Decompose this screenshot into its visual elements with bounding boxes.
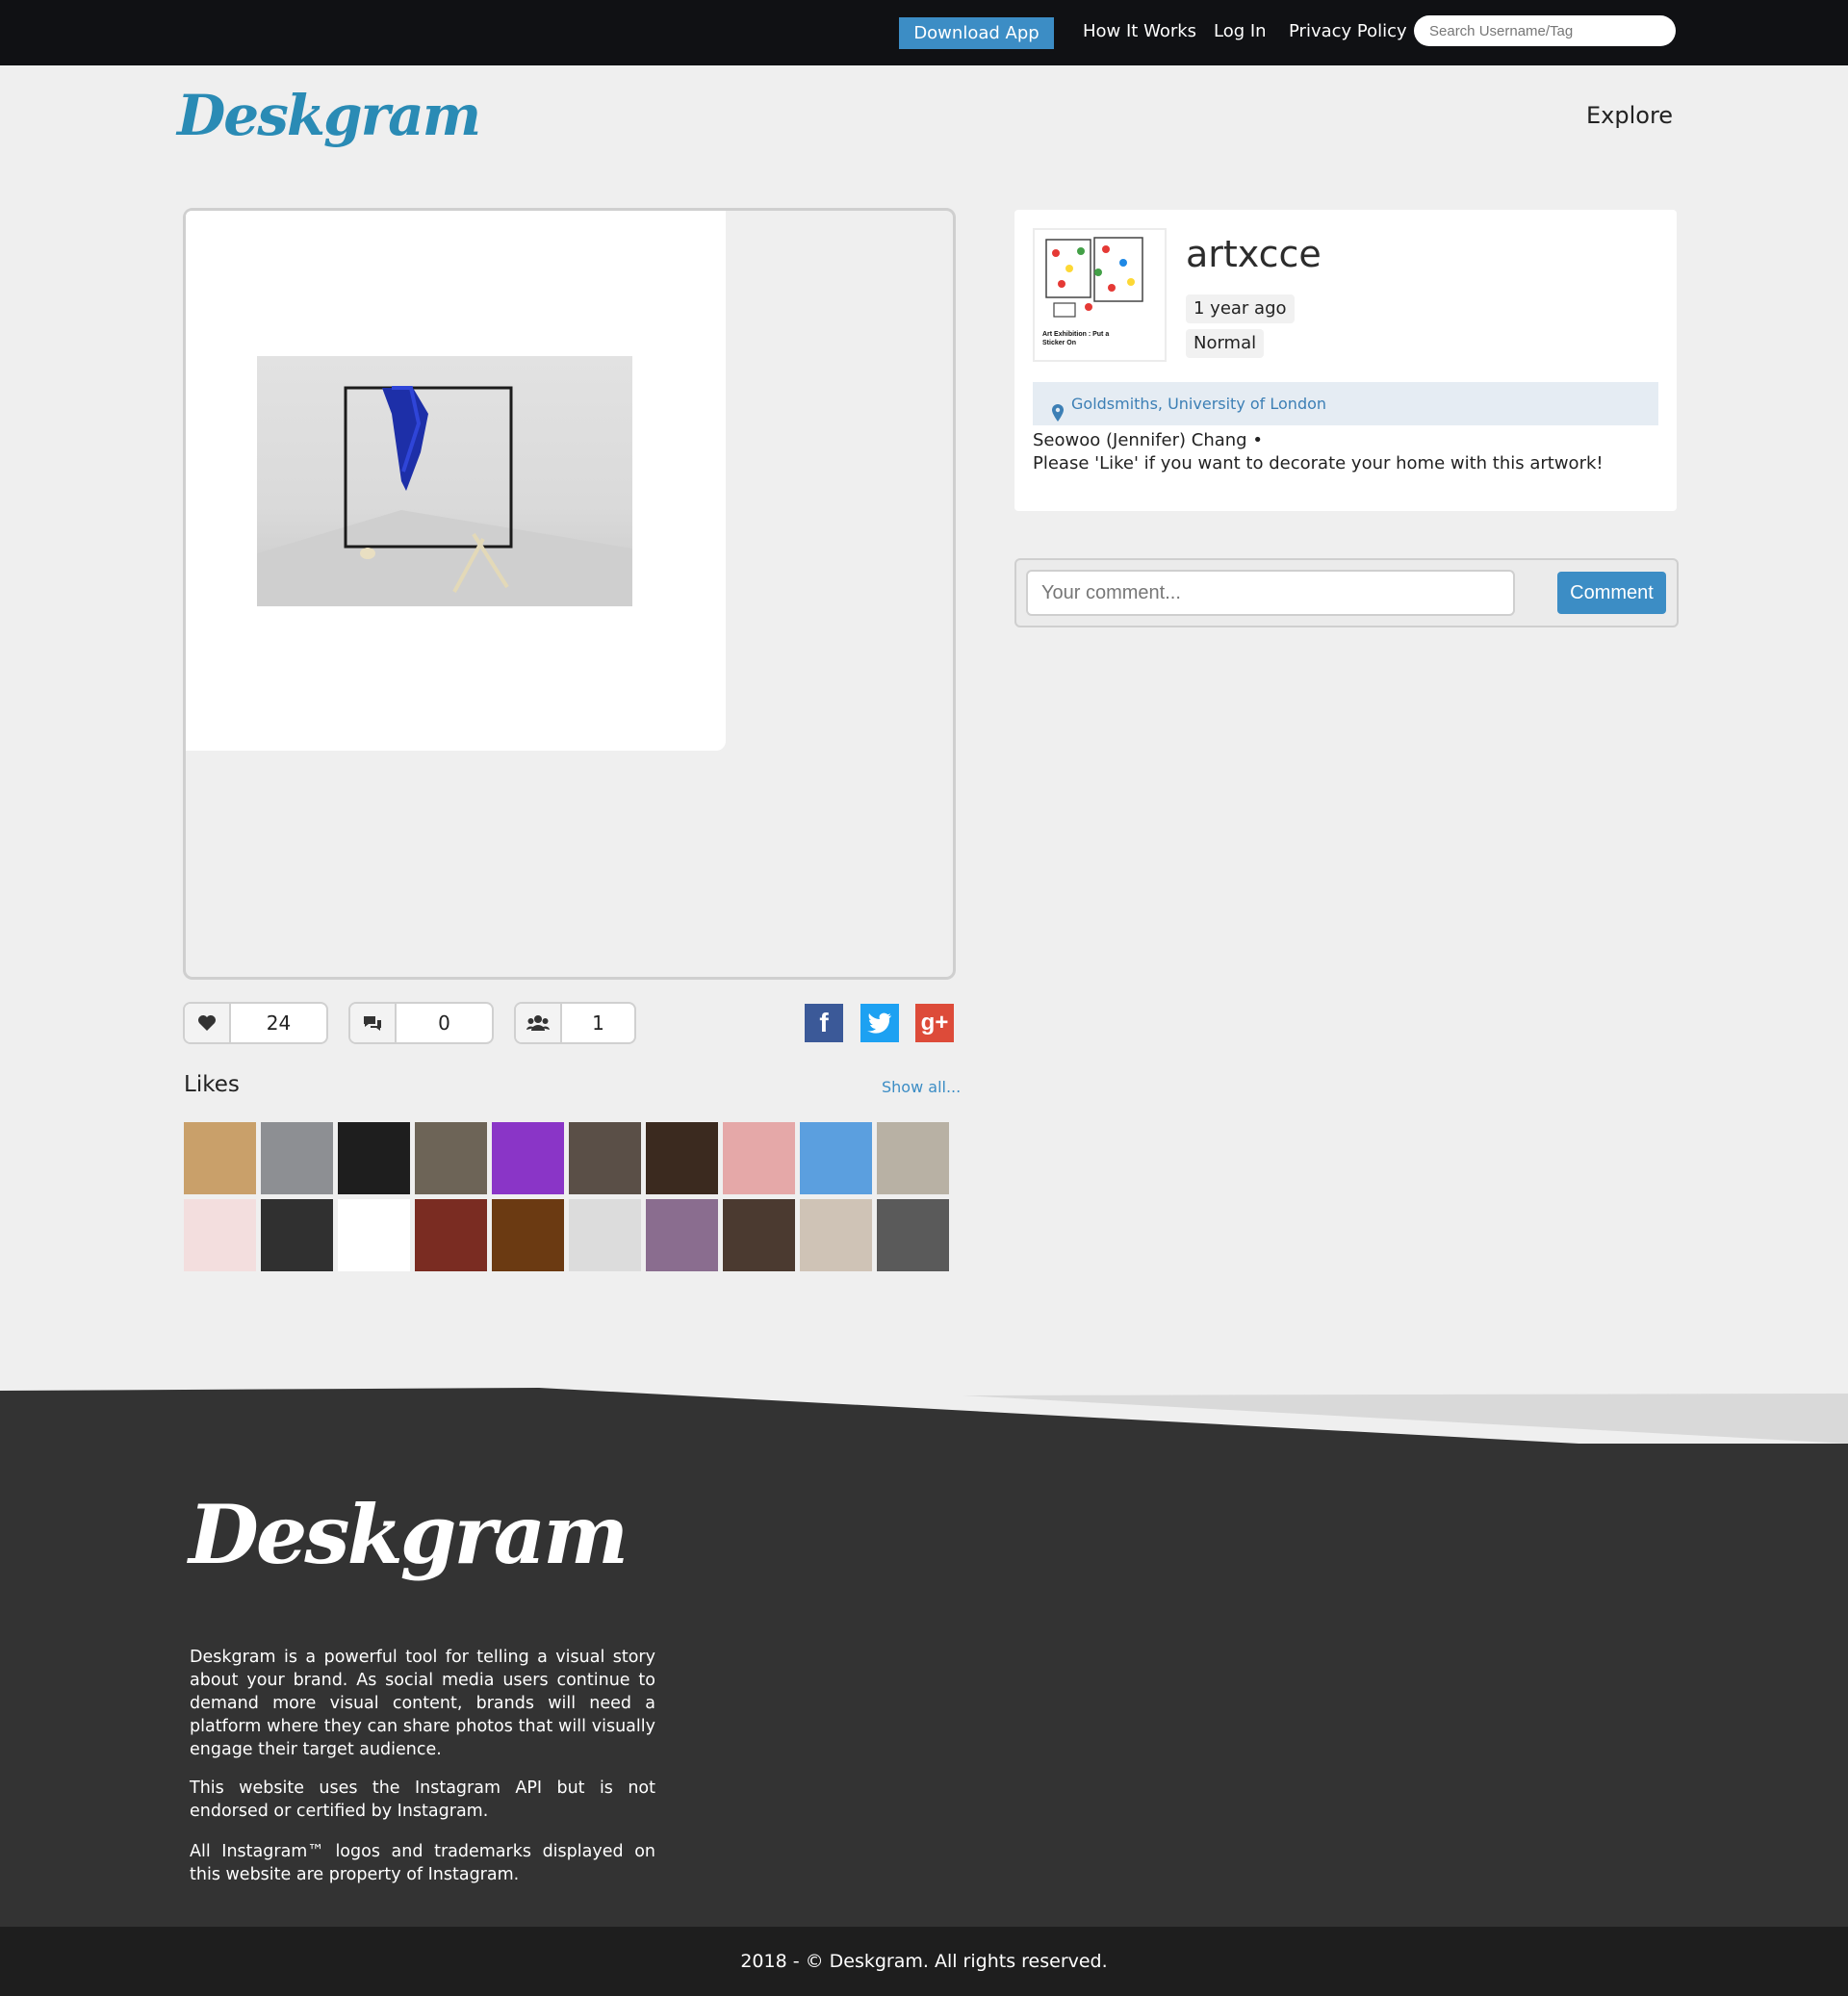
google-plus-share-icon[interactable]: g+	[915, 1004, 954, 1042]
post-media-frame	[183, 208, 956, 980]
footer-trademark-text: All Instagram™ logos and trademarks disp…	[190, 1842, 655, 1884]
liker-avatar[interactable]	[184, 1122, 256, 1194]
liker-avatar[interactable]	[800, 1199, 872, 1271]
liker-avatar[interactable]	[261, 1199, 333, 1271]
comments-icon	[350, 1004, 397, 1042]
liker-avatar[interactable]	[184, 1199, 256, 1271]
liker-avatar[interactable]	[723, 1122, 795, 1194]
facebook-share-icon[interactable]: f	[805, 1004, 843, 1042]
heart-icon	[185, 1004, 231, 1042]
comment-form: Comment	[1014, 558, 1679, 627]
copyright-bar: 2018 - © Deskgram. All rights reserved.	[0, 1927, 1848, 1996]
post-photo[interactable]	[257, 356, 632, 606]
likes-avatar-grid	[184, 1122, 954, 1271]
user-avatar[interactable]: Art Exhibition : Put a Sticker On	[1033, 228, 1167, 362]
how-it-works-link[interactable]: How It Works	[1083, 21, 1196, 41]
users-stat[interactable]: 1	[514, 1002, 636, 1044]
liker-avatar[interactable]	[877, 1122, 949, 1194]
explore-link[interactable]: Explore	[1586, 102, 1673, 129]
location-name[interactable]: Goldsmiths, University of London	[1071, 395, 1326, 413]
username[interactable]: artxcce	[1186, 233, 1322, 275]
post-caption: Seowoo (Jennifer) Chang • Please 'Like' …	[1033, 429, 1604, 475]
liker-avatar[interactable]	[338, 1199, 410, 1271]
liker-avatar[interactable]	[415, 1122, 487, 1194]
comment-button[interactable]: Comment	[1557, 572, 1666, 614]
likes-count: 24	[266, 1011, 292, 1035]
liker-avatar[interactable]	[877, 1199, 949, 1271]
liker-avatar[interactable]	[800, 1122, 872, 1194]
deskgram-logo[interactable]: Deskgram	[177, 83, 481, 148]
liker-avatar[interactable]	[646, 1122, 718, 1194]
liker-avatar[interactable]	[492, 1122, 564, 1194]
artwork-image	[257, 386, 632, 606]
privacy-policy-link[interactable]: Privacy Policy	[1289, 21, 1407, 41]
caption-line-2: Please 'Like' if you want to decorate yo…	[1033, 453, 1604, 473]
top-navbar: Download App How It Works Log In Privacy…	[0, 0, 1848, 65]
location-bar[interactable]: Goldsmiths, University of London	[1033, 382, 1658, 425]
post-time-badge: 1 year ago	[1186, 294, 1295, 323]
comments-count: 0	[438, 1011, 450, 1035]
search-input[interactable]	[1414, 15, 1676, 46]
liker-avatar[interactable]	[415, 1199, 487, 1271]
show-all-likes-link[interactable]: Show all...	[882, 1078, 961, 1096]
comments-stat[interactable]: 0	[348, 1002, 494, 1044]
liker-avatar[interactable]	[569, 1199, 641, 1271]
liker-avatar[interactable]	[261, 1122, 333, 1194]
liker-avatar[interactable]	[338, 1122, 410, 1194]
post-media-canvas	[186, 211, 726, 751]
footer-api-disclaimer: This website uses the Instagram API but …	[190, 1778, 655, 1821]
footer-about-text: Deskgram is a powerful tool for telling …	[190, 1648, 655, 1759]
avatar-caption-text: Art Exhibition : Put a Sticker On	[1042, 331, 1110, 346]
liker-avatar[interactable]	[723, 1199, 795, 1271]
login-link[interactable]: Log In	[1214, 21, 1267, 41]
liker-avatar[interactable]	[492, 1199, 564, 1271]
users-count: 1	[592, 1011, 604, 1035]
likes-stat[interactable]: 24	[183, 1002, 328, 1044]
filter-badge: Normal	[1186, 329, 1265, 358]
users-icon	[516, 1004, 562, 1042]
footer-logo: Deskgram	[189, 1487, 629, 1582]
comment-input[interactable]	[1026, 570, 1515, 616]
download-app-button[interactable]: Download App	[899, 17, 1054, 49]
caption-line-1: Seowoo (Jennifer) Chang •	[1033, 430, 1263, 450]
liker-avatar[interactable]	[569, 1122, 641, 1194]
twitter-share-icon[interactable]	[860, 1004, 899, 1042]
post-info-card: Art Exhibition : Put a Sticker On artxcc…	[1014, 210, 1677, 511]
liker-avatar[interactable]	[646, 1199, 718, 1271]
likes-heading: Likes	[184, 1072, 240, 1097]
